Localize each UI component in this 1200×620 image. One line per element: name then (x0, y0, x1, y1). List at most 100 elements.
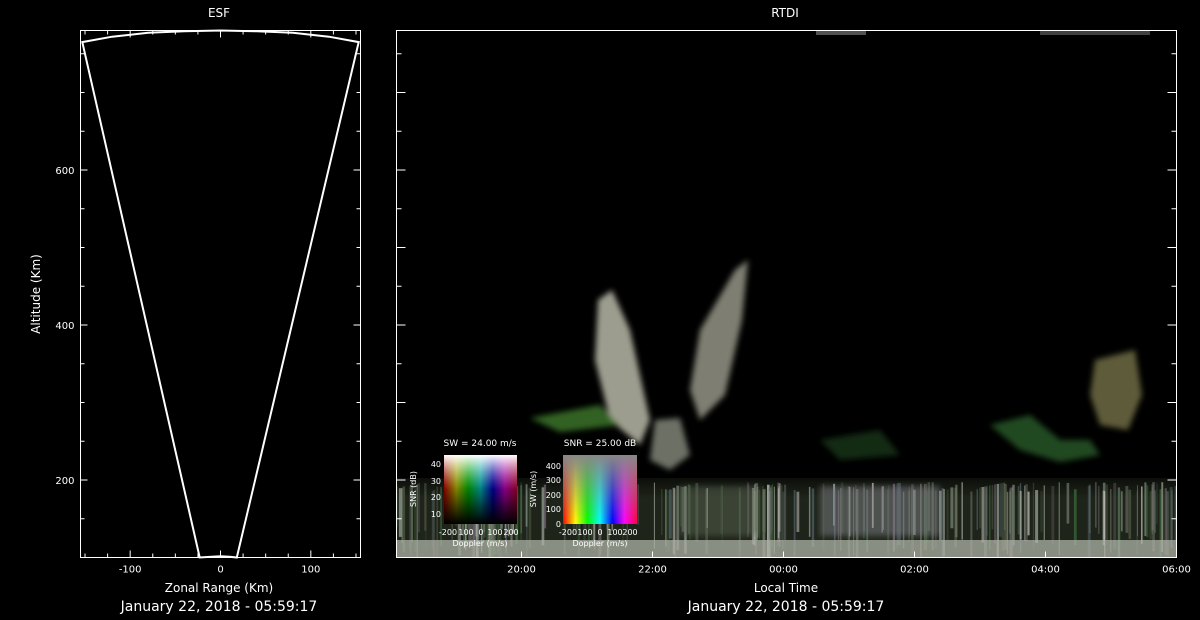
noise-stripe (976, 489, 978, 530)
noise-stripe (1066, 482, 1070, 524)
noise-stripe (417, 483, 420, 533)
legend2-ytick: 100 (546, 505, 561, 514)
rtdi-xtick-label: 20:00 (507, 565, 536, 576)
noise-stripe (1113, 482, 1117, 549)
rtdi-xtick-label: 04:00 (1031, 565, 1060, 576)
legend2-ytick: 300 (546, 476, 561, 485)
noise-stripe (777, 488, 780, 538)
noise-stripe (1105, 484, 1108, 542)
noise-stripe (1027, 491, 1030, 536)
esf-date-label: January 22, 2018 - 05:59:17 (120, 599, 318, 615)
noise-stripe (808, 486, 811, 537)
noise-stripe (1146, 485, 1149, 537)
esf-ytick-label: 400 (55, 321, 74, 332)
noise-stripe (1017, 485, 1020, 535)
noise-stripe (1171, 490, 1173, 549)
esf-ytick-label: 600 (55, 166, 74, 177)
legend1-xtick: 0 (478, 528, 483, 537)
noise-stripe (1098, 486, 1100, 534)
legend2-ytick: 200 (546, 491, 561, 500)
noise-stripe (769, 485, 773, 547)
esf-title: ESF (208, 6, 230, 20)
legend1-title: SW = 24.00 m/s (444, 439, 517, 449)
legend1-xtick: 100 (487, 528, 502, 537)
esf-xtick-label: 100 (301, 565, 320, 576)
legend2-title: SNR = 25.00 dB (564, 439, 636, 449)
noise-stripe (946, 489, 949, 540)
legend1-xticks: -200 100 0 100 200 (439, 528, 519, 537)
legend2-xtick: 100 (577, 528, 592, 537)
noise-stripe (520, 482, 523, 542)
noise-stripe (1024, 485, 1026, 541)
noise-stripe (1009, 491, 1011, 534)
noise-stripe (525, 484, 528, 527)
figure-canvas: ESF 200400600-100 0 100 Altitude (Km) Zona… (29, 6, 1191, 615)
rtdi-title: RTDI (771, 6, 799, 20)
noise-stripe (1088, 484, 1091, 533)
esf-beam-outline (81, 29, 360, 559)
rtdi-xtick-labels: 20:00 22:00 00:00 02:00 04:00 06:00 (507, 565, 1191, 576)
noise-stripe (1043, 485, 1045, 540)
noise-stripe (1019, 490, 1022, 540)
noise-stripe (1141, 486, 1143, 544)
legend2-ylabel: SW (m/s) (529, 471, 538, 507)
noise-stripe (398, 488, 402, 537)
esf-xtick-label: -100 (119, 565, 142, 576)
legend1-ylabel: SNR (dB) (409, 471, 418, 507)
noise-stripe (1128, 489, 1132, 539)
noise-stripe (637, 484, 640, 525)
esf-panel: ESF 200 400 600 -100 0 100 Altitude (Km) Zona… (29, 6, 361, 615)
noise-stripe (1174, 486, 1177, 542)
noise-stripe (653, 482, 655, 549)
legend2-xlabel: Doppler (m/s) (572, 539, 627, 548)
legend1-ytick: 10 (431, 510, 441, 519)
noise-stripe (979, 487, 982, 529)
noise-stripe (783, 484, 787, 541)
bottom-bright-band (396, 540, 1176, 557)
esf-plot-frame (80, 30, 361, 558)
noise-stripe (1125, 486, 1129, 533)
noise-stripe (1011, 490, 1014, 548)
noise-stripe (1032, 482, 1035, 550)
esf-ytick-label: 200 (55, 476, 74, 487)
noise-stripe (665, 489, 667, 547)
noise-stripe (991, 484, 994, 530)
noise-stripe (1156, 483, 1158, 524)
noise-stripe (1035, 490, 1039, 543)
noise-stripe (985, 488, 988, 543)
noise-stripe (999, 483, 1002, 537)
rtdi-xtick-label: 22:00 (638, 565, 667, 576)
rtdi-panel: RTDI 20:00 22:00 00:00 02:00 04:00 06:00… (396, 6, 1191, 615)
esf-xtick-label: 0 (217, 565, 223, 576)
legend1-xtick: 100 (458, 528, 473, 537)
noise-stripe (669, 489, 672, 539)
noise-stripe (1025, 484, 1028, 543)
noise-stripe (961, 482, 963, 540)
noise-stripe (994, 484, 997, 544)
legend2-xticks: -200 100 0 100 200 (559, 528, 638, 537)
esf-ticks: 200 400 600 -100 0 100 (55, 30, 361, 576)
noise-stripe (950, 487, 954, 529)
legend1-ytick: 40 (431, 460, 441, 469)
rtdi-xtick-label: 06:00 (1162, 565, 1191, 576)
noise-stripe (811, 488, 815, 547)
noise-stripe (954, 487, 957, 548)
legend2-xtick: 100 (607, 528, 622, 537)
rtdi-date-label: January 22, 2018 - 05:59:17 (687, 599, 885, 615)
noise-stripe (796, 491, 800, 532)
noise-stripe (1137, 485, 1138, 537)
legend2-xtick: 0 (597, 528, 602, 537)
legend2-xtick: -200 (559, 528, 577, 537)
noise-stripe (1051, 486, 1055, 544)
legend1-xtick: -200 (439, 528, 457, 537)
noise-stripe (1004, 482, 1006, 531)
legend1-xtick: 200 (503, 528, 518, 537)
esf-ylabel: Altitude (Km) (29, 254, 43, 334)
legend2-ytick: 400 (546, 462, 561, 471)
legend1-ytick: 30 (431, 477, 441, 486)
rtdi-xtick-label: 00:00 (769, 565, 798, 576)
legend1-ytick: 20 (431, 493, 441, 502)
noise-stripe (1120, 491, 1123, 532)
noise-stripe (661, 488, 663, 536)
esf-xlabel: Zonal Range (Km) (165, 581, 273, 595)
